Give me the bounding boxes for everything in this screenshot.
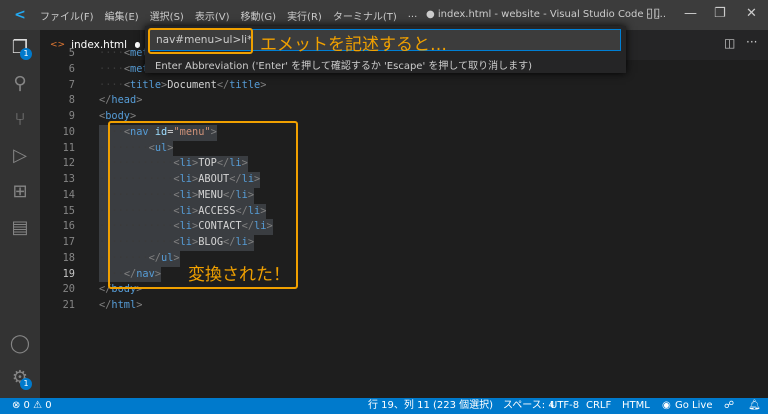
code-token: </ xyxy=(99,94,112,107)
line-number: 7 xyxy=(68,78,75,91)
code-token: title xyxy=(130,78,162,91)
problems-indicator[interactable]: ⊗ 0 ⚠ 0 xyxy=(12,398,52,414)
layout-icon[interactable]: ▯▯ xyxy=(646,6,660,21)
go-live-icon: ◉ xyxy=(662,400,671,411)
line-number: 11 xyxy=(62,141,75,154)
line-number: 10 xyxy=(62,125,75,138)
menu-item[interactable]: ファイル(F) xyxy=(40,12,94,23)
language-mode[interactable]: HTML xyxy=(622,398,650,414)
line-number: 6 xyxy=(68,62,75,75)
indent-guide: ···· xyxy=(99,47,124,59)
encoding[interactable]: UTF-8 xyxy=(550,398,579,414)
code-token: Document xyxy=(167,78,217,91)
line-number: 20 xyxy=(62,283,75,296)
menu-item[interactable]: ··· xyxy=(408,12,418,23)
line-number: 5 xyxy=(68,47,75,59)
explorer-badge: 1 xyxy=(20,48,32,60)
line-number: 12 xyxy=(62,157,75,170)
indent-guide: ···· xyxy=(99,78,124,91)
code-token: </ xyxy=(99,299,112,311)
code-line: 7 ····<title>Document</title> xyxy=(40,78,740,94)
go-live-button[interactable]: Go Live xyxy=(675,398,712,414)
maximize-button[interactable]: ❐ xyxy=(714,6,726,21)
menu-item[interactable]: 移動(G) xyxy=(241,12,277,23)
annotation-box-input xyxy=(148,28,253,54)
settings-badge: 1 xyxy=(20,378,32,390)
line-number: 19 xyxy=(62,267,75,280)
menu-item[interactable]: 表示(V) xyxy=(195,12,230,23)
indentation[interactable]: スペース: 4 xyxy=(503,398,555,414)
explorer-icon[interactable]: ❐ xyxy=(0,30,40,64)
menu-item[interactable]: 編集(E) xyxy=(105,12,139,23)
line-number: 18 xyxy=(62,251,75,264)
line-number: 13 xyxy=(62,173,75,185)
settings-gear-icon[interactable]: ⚙ xyxy=(0,360,40,394)
line-code: ····<title>Document</title> xyxy=(99,78,266,94)
activity-bar: ❐ 1 ⚲ ⑂ ▷ ⊞ ▤ ◯ ⚙ 1 xyxy=(0,30,40,398)
search-icon[interactable]: ⚲ xyxy=(0,66,40,100)
menu-item[interactable]: ターミナル(T) xyxy=(333,12,397,23)
menu-item[interactable]: 実行(R) xyxy=(287,12,322,23)
notifications-bell-icon[interactable]: 🔔︎ xyxy=(748,398,761,414)
feedback-icon[interactable]: ☍ xyxy=(724,398,734,414)
code-line: 21 </html> xyxy=(40,298,740,314)
close-button[interactable]: ✕ xyxy=(746,6,757,21)
account-icon[interactable]: ◯ xyxy=(0,326,40,360)
menu-bar: ファイル(F) 編集(E) 選択(S) 表示(V) 移動(G) 実行(R) ターミナル(T)… xyxy=(40,8,428,23)
window-title: ● index.html - website - Visual Studio C… xyxy=(426,9,667,20)
line-number: 8 xyxy=(68,94,75,107)
line-number: 16 xyxy=(62,220,75,233)
line-ending[interactable]: CRLF xyxy=(586,398,611,414)
cursor-position[interactable]: 行 19、列 11 (223 個選択) xyxy=(368,398,493,414)
line-number: 21 xyxy=(62,299,75,311)
code-token: > xyxy=(260,78,267,91)
extensions-icon[interactable]: ⊞ xyxy=(0,174,40,208)
line-code: ····<met xyxy=(99,46,149,62)
code-token: head xyxy=(111,94,137,107)
annotation-top: エメットを記述すると… xyxy=(260,35,447,55)
minimize-button[interactable]: — xyxy=(684,6,697,21)
line-code: </head> xyxy=(99,93,142,109)
code-token: </ xyxy=(216,78,230,91)
run-debug-icon[interactable]: ▷ xyxy=(0,138,40,172)
code-token: > xyxy=(136,299,143,311)
line-number: 17 xyxy=(62,236,75,248)
line-number: 15 xyxy=(62,204,75,217)
indent-guide: ···· xyxy=(99,62,124,75)
vscode-logo-icon: < xyxy=(14,7,26,23)
code-token: title xyxy=(229,78,261,91)
line-code: ····<met xyxy=(99,62,149,78)
status-bar: ⊗ 0 ⚠ 0 行 19、列 11 (223 個選択) スペース: 4 UTF-… xyxy=(0,398,768,414)
abbreviation-hint: Enter Abbreviation ('Enter' を押して確認するか 'E… xyxy=(155,61,532,72)
annotation-bottom: 変換された！ xyxy=(188,265,290,285)
menu-item[interactable]: 選択(S) xyxy=(150,12,184,23)
remote-explorer-icon[interactable]: ▤ xyxy=(0,210,40,244)
line-number: 9 xyxy=(68,110,75,122)
code-line: 8 </head> xyxy=(40,93,740,109)
code-token: html xyxy=(111,299,137,311)
source-control-icon[interactable]: ⑂ xyxy=(0,102,40,136)
line-code: </html> xyxy=(99,298,142,314)
line-number: 14 xyxy=(62,188,75,201)
code-token: > xyxy=(136,94,143,107)
